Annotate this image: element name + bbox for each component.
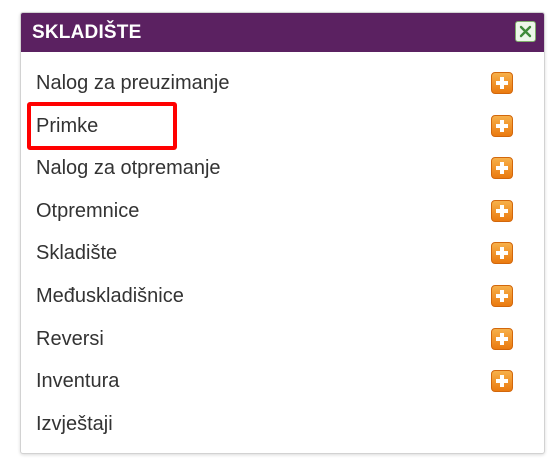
panel-header: SKLADIŠTE	[21, 13, 544, 52]
menu-item-label[interactable]: Izvještaji	[36, 403, 113, 445]
menu-item-reversi[interactable]: Reversi	[21, 318, 544, 361]
menu-item-skladiste[interactable]: Skladište	[21, 232, 544, 275]
menu-item-otpremnice[interactable]: Otpremnice	[21, 190, 544, 233]
menu-item-meduskladisnice[interactable]: Međuskladišnice	[21, 275, 544, 318]
plus-icon[interactable]	[491, 114, 513, 137]
menu-item-label[interactable]: Skladište	[36, 232, 117, 274]
plus-icon[interactable]	[491, 199, 513, 222]
menu-item-label[interactable]: Međuskladišnice	[36, 275, 184, 317]
menu-item-nalog-za-preuzimanje[interactable]: Nalog za preuzimanje	[21, 62, 544, 105]
menu-item-nalog-za-otpremanje[interactable]: Nalog za otpremanje	[21, 147, 544, 190]
menu-item-izvjestaji[interactable]: Izvještaji	[21, 403, 544, 446]
skladiste-panel: SKLADIŠTE Nalog za preuzimanje Primke Na…	[20, 12, 545, 454]
menu-item-label[interactable]: Nalog za otpremanje	[36, 147, 221, 189]
menu-item-label[interactable]: Inventura	[36, 360, 119, 402]
plus-icon[interactable]	[491, 72, 513, 94]
panel-title: SKLADIŠTE	[32, 22, 142, 43]
menu-item-label[interactable]: Otpremnice	[36, 190, 139, 232]
plus-icon[interactable]	[491, 157, 513, 180]
menu-item-label[interactable]: Nalog za preuzimanje	[36, 62, 229, 104]
close-button[interactable]	[515, 21, 536, 42]
plus-icon[interactable]	[491, 242, 513, 265]
menu-item-label[interactable]: Primke	[36, 105, 98, 147]
plus-icon[interactable]	[491, 284, 513, 307]
menu-item-label[interactable]: Reversi	[36, 318, 104, 360]
menu-item-inventura[interactable]: Inventura	[21, 360, 544, 403]
plus-icon[interactable]	[491, 327, 513, 350]
menu-item-primke[interactable]: Primke	[21, 105, 544, 148]
close-icon	[519, 25, 532, 38]
menu-list: Nalog za preuzimanje Primke Nalog za otp…	[21, 62, 544, 445]
plus-icon[interactable]	[491, 370, 513, 393]
